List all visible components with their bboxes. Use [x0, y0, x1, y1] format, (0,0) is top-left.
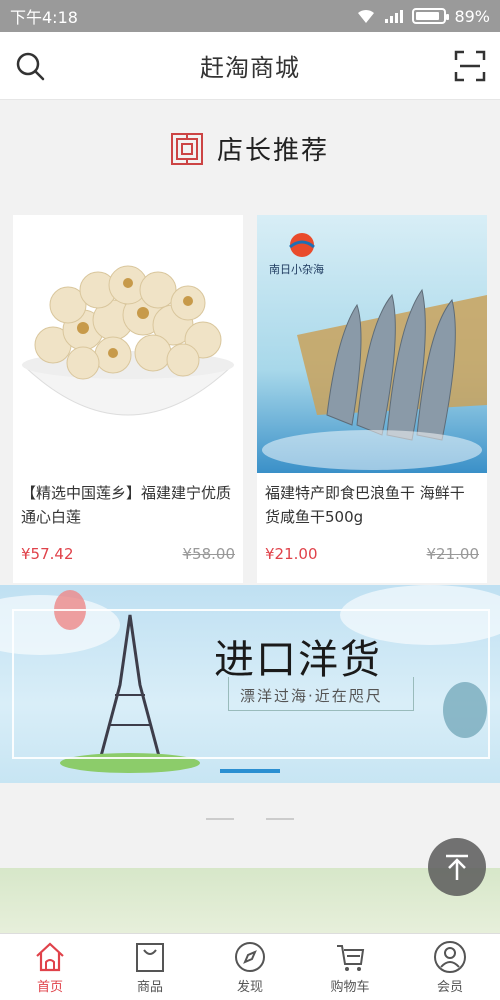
section-header: 店长推荐: [0, 130, 500, 167]
divider-dash: [206, 818, 234, 820]
tab-label: 发现: [236, 980, 263, 995]
bottom-tabbar: 首页 商品 发现 购物车 会员: [0, 933, 500, 1000]
bag-icon: [136, 943, 164, 972]
battery-fill: [416, 12, 440, 20]
wifi-icon: [358, 9, 375, 23]
tab-member[interactable]: 会员: [400, 934, 500, 1000]
banner-indicator-active: [220, 769, 280, 773]
search-icon[interactable]: [14, 50, 46, 82]
battery-icon: [412, 8, 450, 24]
product-original-price: ¥58.00: [182, 545, 236, 563]
home-icon: [36, 942, 64, 972]
user-icon: [434, 941, 466, 973]
product-original-price: ¥21.00: [426, 545, 480, 563]
product-image-lotus: [13, 215, 243, 473]
banner-subtitle: 漂洋过海·近在咫尺: [240, 687, 383, 705]
section-title: 店长推荐: [216, 136, 329, 166]
tab-label: 商品: [136, 980, 163, 995]
tab-label: 购物车: [330, 980, 370, 995]
tab-label: 首页: [36, 980, 63, 995]
main-content: 店长推荐 【精选中国莲乡】福建建宁优质通心白莲 ¥57.42 ¥58.00 南日…: [0, 100, 500, 933]
arrow-up-icon: [446, 854, 468, 880]
product-prices: ¥21.00 ¥21.00: [265, 545, 479, 563]
divider-dash: [266, 818, 294, 820]
dried-fish-illustration: [262, 233, 487, 470]
banner-indicator: [0, 769, 500, 775]
battery-percent: 89%: [454, 6, 490, 26]
product-image-fish: 南日小杂海: [257, 215, 487, 473]
product-price: ¥21.00: [265, 545, 318, 563]
tab-label: 会员: [436, 980, 463, 995]
page-title: 赶淘商城: [200, 54, 300, 82]
scan-icon[interactable]: [454, 50, 486, 82]
compass-icon: [235, 942, 265, 972]
product-card[interactable]: 南日小杂海 福建特产即食巴浪鱼干 海鲜干货咸鱼干500g ¥21.00 ¥21.…: [257, 215, 487, 583]
app-header: 赶淘商城: [0, 32, 500, 100]
lotus-seeds-illustration: [21, 265, 235, 416]
promo-banner[interactable]: 进口洋货 漂洋过海·近在咫尺: [0, 585, 500, 783]
back-to-top-button[interactable]: [428, 838, 486, 896]
tab-discover[interactable]: 发现: [200, 934, 300, 1000]
product-prices: ¥57.42 ¥58.00: [21, 545, 235, 563]
tab-home[interactable]: 首页: [0, 934, 100, 1000]
tab-products[interactable]: 商品: [100, 934, 200, 1000]
pattern-logo-icon: [170, 132, 203, 165]
product-card[interactable]: 【精选中国莲乡】福建建宁优质通心白莲 ¥57.42 ¥58.00: [13, 215, 243, 583]
secondary-banner[interactable]: [0, 868, 500, 933]
section-divider: [0, 818, 500, 820]
tab-cart[interactable]: 购物车: [300, 934, 400, 1000]
product-name: 福建特产即食巴浪鱼干 海鲜干货咸鱼干500g: [265, 484, 465, 526]
product-name: 【精选中国莲乡】福建建宁优质通心白莲: [21, 484, 232, 526]
status-bar: 下午4:18 89%: [0, 0, 500, 32]
signal-icon: [385, 10, 404, 23]
status-right: 89%: [356, 7, 490, 26]
status-time: 下午4:18: [10, 8, 78, 27]
brand-label: 南日小杂海: [269, 263, 324, 276]
product-price: ¥57.42: [21, 545, 74, 563]
cart-icon: [337, 945, 365, 971]
